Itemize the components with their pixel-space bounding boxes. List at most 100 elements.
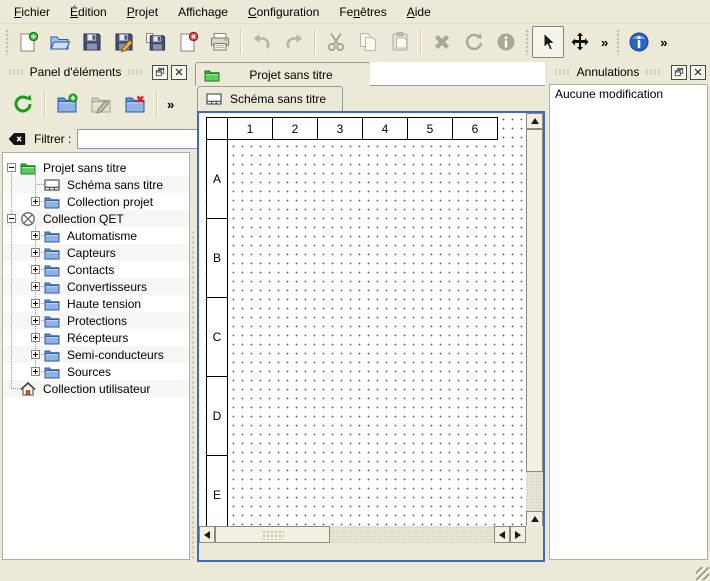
tree-item-convertisseurs[interactable]: Convertisseurs [3,278,189,295]
menu-projet[interactable]: Projet [117,2,168,22]
tree-item-collection-qet[interactable]: Collection QET [3,210,189,227]
tree-item-haute-tension[interactable]: Haute tension [3,295,189,312]
clear-filter-button[interactable] [8,130,26,148]
tree-item-protections[interactable]: Protections [3,312,189,329]
toolbar-overflow-button[interactable]: » [596,35,613,50]
about-info-button[interactable] [623,26,655,58]
titlebar-buttons [149,65,187,80]
tree-item-label: Projet sans titre [43,161,126,175]
expander-plus[interactable] [31,248,40,257]
info-disabled-button[interactable] [490,26,522,58]
resize-grip[interactable] [696,567,709,580]
tree-item-semi-conducteurs[interactable]: Semi-conducteurs [3,346,189,363]
open-button[interactable] [44,26,76,58]
tree-item-capteurs[interactable]: Capteurs [3,244,189,261]
application-window: FichierÉditionProjetAffichageConfigurati… [0,0,710,581]
tree-item-recepteurs[interactable]: Récepteurs [3,329,189,346]
folder-icon [44,347,60,363]
scroll-left-button[interactable] [494,526,510,543]
tree-item-collection-projet[interactable]: Collection projet [3,193,189,210]
folder-icon [44,279,60,295]
undo-button[interactable] [246,26,278,58]
expander-plus[interactable] [31,350,40,359]
toolbar-grip[interactable] [5,29,9,55]
expander-minus[interactable] [7,214,16,223]
close-button[interactable] [690,65,706,80]
save-icon [81,31,103,53]
tree-item-contacts[interactable]: Contacts [3,261,189,278]
vertical-splitter-handle[interactable] [191,230,196,560]
horizontal-scrollbar[interactable] [199,526,526,543]
paste-icon [389,31,411,53]
project-tab[interactable]: Projet sans titre [195,62,371,86]
titlebar-texture [8,69,24,75]
rotate-button[interactable] [458,26,490,58]
elements-panel-titlebar[interactable]: Panel d'éléments [2,62,189,82]
titlebar-texture [645,69,662,75]
new-category-button[interactable] [50,87,84,121]
menu-aide[interactable]: Aide [397,2,441,22]
sheet-row-header: E [206,455,228,535]
save-all-button[interactable] [140,26,172,58]
cut-button[interactable] [320,26,352,58]
scroll-up-button[interactable] [526,113,543,129]
schema-tab[interactable]: Schéma sans titre [197,86,343,111]
close-button[interactable] [171,65,187,80]
undo-icon [251,31,273,53]
menu-fichier[interactable]: Fichier [4,2,60,22]
main-toolbar: »» [0,24,710,60]
vscroll-thumb[interactable] [526,129,543,472]
reload-button[interactable] [6,87,40,121]
menu-configuration[interactable]: Configuration [238,2,329,22]
expander-plus[interactable] [31,231,40,240]
tree-item-label: Convertisseurs [67,280,147,294]
menu-bar: FichierÉditionProjetAffichageConfigurati… [0,0,710,24]
diagram-canvas[interactable]: 123456ABCDE [199,113,526,543]
print-button[interactable] [204,26,236,58]
delete-button[interactable] [426,26,458,58]
expander-minus[interactable] [7,163,16,172]
tree-item-label: Collection projet [67,195,153,209]
undo-panel-titlebar[interactable]: Annulations [548,62,708,82]
tree-item-automatisme[interactable]: Automatisme [3,227,189,244]
tree-item-label: Récepteurs [67,331,128,345]
expander-plus[interactable] [31,299,40,308]
menu-edition[interactable]: Édition [60,2,117,22]
undo-history-item[interactable]: Aucune modification [550,85,707,103]
select-tool-button[interactable] [532,26,564,58]
toolbar-grip[interactable] [525,29,529,55]
scroll-left-button[interactable] [199,526,215,543]
paste-button[interactable] [384,26,416,58]
float-button[interactable] [671,65,687,80]
save-as-button[interactable] [108,26,140,58]
tree-item-collection-utilisateur[interactable]: Collection utilisateur [3,380,189,397]
edit-category-button[interactable] [84,87,118,121]
tree-item-schema-sans-titre[interactable]: Schéma sans titre [3,176,189,193]
toolbar-overflow-button[interactable]: » [162,97,179,112]
expander-plus[interactable] [31,197,40,206]
expander-plus[interactable] [31,316,40,325]
toolbar-grip[interactable] [616,29,620,55]
expander-plus[interactable] [31,367,40,376]
redo-button[interactable] [278,26,310,58]
save-button[interactable] [76,26,108,58]
elements-panel-toolbar: » [2,84,189,124]
menu-affichage[interactable]: Affichage [168,2,238,22]
expander-plus[interactable] [31,333,40,342]
expander-plus[interactable] [31,265,40,274]
float-button[interactable] [152,65,168,80]
new-document-button[interactable] [12,26,44,58]
menu-fenetres[interactable]: Fenêtres [329,2,396,22]
scroll-up-button[interactable] [526,511,543,527]
move-tool-button[interactable] [564,26,596,58]
expander-plus[interactable] [31,282,40,291]
delete-category-button[interactable] [118,87,152,121]
tree-item-projet-sans-titre[interactable]: Projet sans titre [3,159,189,176]
hscroll-thumb[interactable] [215,526,330,543]
toolbar-overflow-button[interactable]: » [655,35,672,50]
vertical-scrollbar[interactable] [526,113,543,543]
close-file-button[interactable] [172,26,204,58]
tree-item-sources[interactable]: Sources [3,363,189,380]
copy-button[interactable] [352,26,384,58]
scroll-right-button[interactable] [510,526,526,543]
